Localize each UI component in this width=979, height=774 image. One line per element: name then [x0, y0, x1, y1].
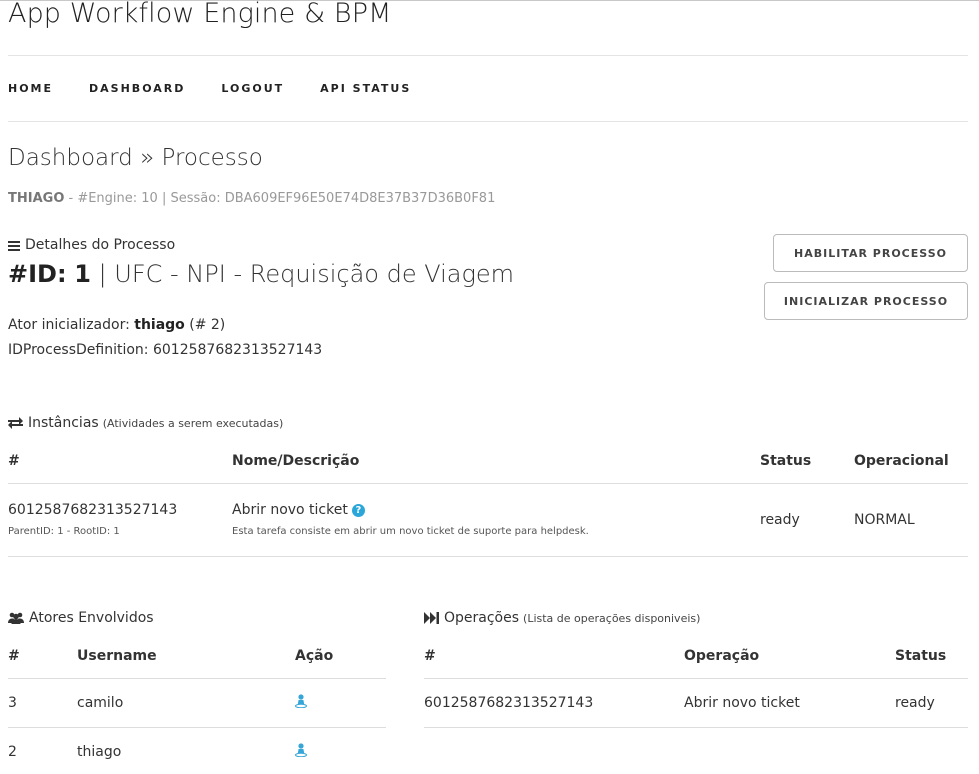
operations-sublabel: (Lista de operações disponiveis)	[523, 611, 701, 625]
table-header-row: # Nome/Descrição Status Operacional	[8, 440, 968, 483]
operation-name-cell: Abrir novo ticket	[684, 694, 800, 711]
enable-process-button[interactable]: HABILITAR PROCESSO	[773, 234, 968, 272]
fast-forward-icon	[424, 612, 439, 624]
actor-initializer: Ator inicializador: thiago (# 2)	[8, 317, 225, 333]
users-icon	[8, 612, 24, 624]
column-header: Ação	[295, 647, 334, 664]
process-id: 1	[74, 260, 91, 288]
user-icon[interactable]	[295, 743, 307, 758]
actor-id-cell: 2	[8, 743, 17, 760]
divider	[8, 55, 968, 56]
column-header: Username	[77, 647, 157, 664]
table-header-row: # Username Ação	[8, 634, 386, 678]
column-header: #	[8, 453, 20, 470]
column-header: #	[8, 647, 20, 664]
operations-section-label: Operações (Lista de operações disponiveis…	[424, 610, 700, 626]
table-header-row: # Operação Status	[424, 634, 968, 678]
help-icon[interactable]: ?	[351, 503, 365, 517]
instances-sublabel: (Atividades a serem executadas)	[102, 416, 284, 430]
table-row: 6012587682313527143 Abrir novo ticket re…	[424, 678, 968, 727]
column-header: Nome/Descrição	[232, 453, 360, 470]
nav-logout-link[interactable]: LOGOUT	[221, 82, 284, 95]
instances-table: # Nome/Descrição Status Operacional 6012…	[8, 440, 968, 557]
column-header: Status	[895, 647, 947, 664]
instance-name: Abrir novo ticket	[232, 502, 348, 518]
main-nav: HOME DASHBOARD LOGOUT API STATUS	[8, 82, 447, 95]
actor-action-cell	[295, 678, 386, 727]
instance-operational: NORMAL	[854, 511, 915, 528]
actor-id-cell: 3	[8, 694, 17, 711]
instance-description: Esta tarefa consiste em abrir um novo ti…	[232, 526, 589, 537]
nav-dashboard-link[interactable]: DASHBOARD	[89, 82, 185, 95]
process-heading: #ID: 1 | UFC - NPI - Requisição de Viage…	[8, 260, 514, 288]
process-name: | UFC - NPI - Requisição de Viagem	[98, 260, 515, 288]
actors-section-label: Atores Envolvidos	[8, 610, 154, 626]
session-user: THIAGO	[8, 191, 65, 206]
details-label: Detalhes do Processo	[25, 237, 176, 253]
column-header: #	[424, 647, 436, 664]
instance-parent: ParentID: 1 - RootID: 1	[8, 526, 120, 537]
instance-id-cell: 6012587682313527143 ParentID: 1 - RootID…	[8, 483, 232, 556]
column-header: Status	[760, 453, 812, 470]
nav-api-status-link[interactable]: API STATUS	[320, 82, 411, 95]
exchange-icon	[8, 417, 23, 429]
session-details: - #Engine: 10 | Sessão: DBA609EF96E50E74…	[64, 191, 496, 206]
column-header: Operação	[684, 647, 760, 664]
page-title: Dashboard » Processo	[8, 145, 263, 171]
instance-name-cell: Abrir novo ticket? Esta tarefa consiste …	[232, 483, 760, 556]
table-row: 2 thiago	[8, 727, 386, 774]
actor-id: (# 2)	[189, 317, 226, 333]
instance-status: ready	[760, 511, 800, 528]
user-icon[interactable]	[295, 693, 307, 708]
operations-table: # Operação Status 6012587682313527143 Ab…	[424, 634, 968, 728]
actor-username-cell: thiago	[77, 743, 122, 760]
divider	[8, 121, 968, 122]
actor-label: Ator inicializador:	[8, 317, 130, 333]
process-id-prefix: #ID:	[8, 260, 67, 288]
nav-home-link[interactable]: HOME	[8, 82, 53, 95]
instance-id: 6012587682313527143	[8, 502, 178, 518]
start-process-button[interactable]: INICIALIZAR PROCESSO	[764, 282, 968, 320]
column-header: Operacional	[854, 453, 949, 470]
operations-label: Operações	[444, 610, 520, 626]
instances-section-label: Instâncias (Atividades a serem executadas…	[8, 415, 283, 431]
actors-label: Atores Envolvidos	[29, 610, 154, 626]
app-title: App Workflow Engine & BPM	[8, 0, 392, 29]
actor-action-cell	[295, 727, 386, 774]
table-row: 6012587682313527143 ParentID: 1 - RootID…	[8, 483, 968, 556]
session-info: THIAGO - #Engine: 10 | Sessão: DBA609EF9…	[8, 191, 495, 206]
table-row: 3 camilo	[8, 678, 386, 727]
actors-table: # Username Ação 3 camilo 2 thiago	[8, 634, 386, 774]
process-definition: IDProcessDefinition: 6012587682313527143	[8, 342, 323, 358]
list-icon	[8, 240, 20, 251]
operation-id-cell: 6012587682313527143	[424, 694, 594, 711]
operation-status-cell: ready	[895, 694, 935, 711]
details-section-label: Detalhes do Processo	[8, 237, 175, 253]
actor-username-cell: camilo	[77, 694, 124, 711]
actor-name: thiago	[134, 317, 185, 333]
instances-label: Instâncias	[28, 415, 99, 431]
